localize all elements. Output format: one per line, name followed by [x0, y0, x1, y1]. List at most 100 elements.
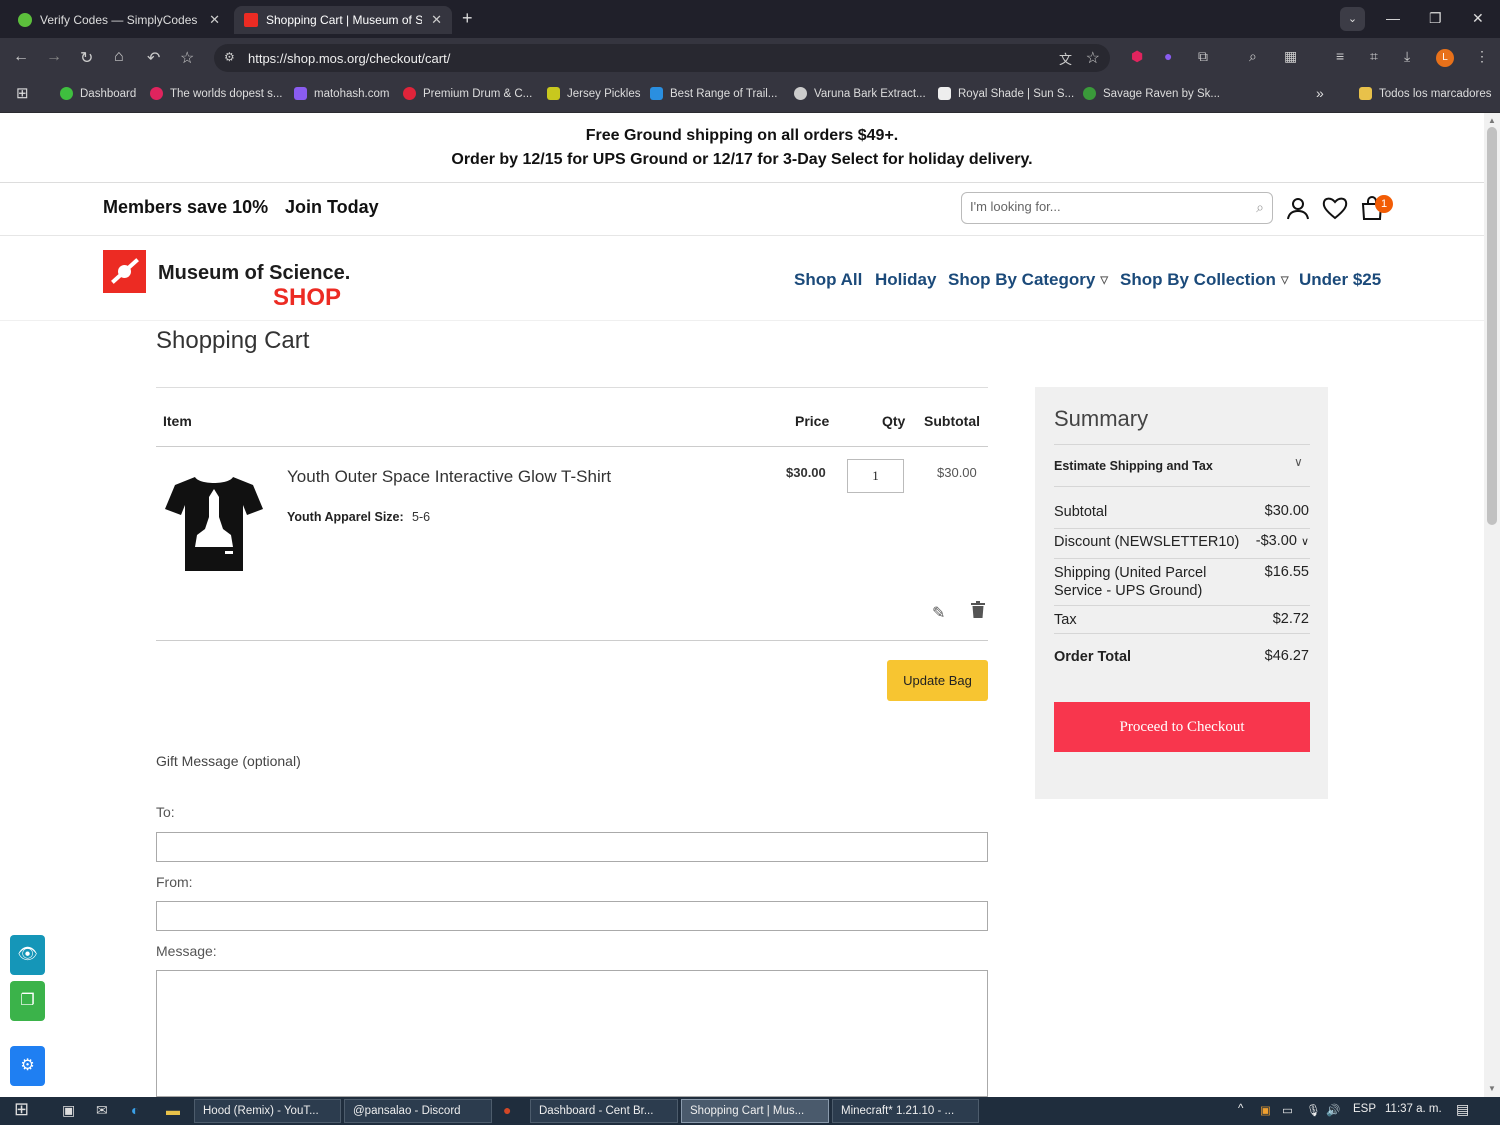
url-text[interactable]: https://shop.mos.org/checkout/cart/ [248, 51, 450, 66]
members-save-link[interactable]: Members save 10% [103, 197, 268, 218]
product-image[interactable] [165, 473, 263, 573]
apps-grid-icon[interactable]: ⊞ [16, 84, 29, 102]
edit-pencil-icon[interactable]: ✎ [932, 603, 945, 623]
back-arrow-icon[interactable]: ← [13, 48, 29, 66]
window-close-icon[interactable]: ✕ [1472, 10, 1484, 27]
product-option-label: Youth Apparel Size: [287, 510, 404, 524]
extension-purple-icon[interactable]: ● [1164, 48, 1172, 64]
bookmark-royal-shade[interactable]: Royal Shade | Sun S... [938, 87, 1074, 100]
bookmark-page-star-icon[interactable]: ☆ [1086, 48, 1100, 68]
tray-chevron-up-icon[interactable]: ^ [1238, 1103, 1243, 1115]
bookmark-varuna[interactable]: Varuna Bark Extract... [794, 87, 926, 100]
all-bookmarks-folder[interactable]: Todos los marcadores [1359, 87, 1492, 100]
start-grid-icon[interactable]: ⊞ [14, 1099, 29, 1120]
tab-search-chevron-icon[interactable]: ⌄ [1340, 7, 1365, 31]
file-explorer-icon[interactable]: ▬ [166, 1102, 180, 1118]
bookmark-favicon-icon [650, 87, 663, 100]
chevron-down-icon[interactable]: ∨ [1294, 455, 1303, 469]
nav-shop-by-category[interactable]: Shop By Category ▽ [948, 270, 1108, 290]
store-icon[interactable]: ▣ [62, 1102, 75, 1119]
taskbar-item-youtube[interactable]: Hood (Remix) - YouT... [194, 1099, 341, 1123]
new-tab-plus-icon[interactable]: + [462, 8, 473, 29]
ublock-extension-icon[interactable]: ⬢ [1131, 48, 1143, 65]
wishlist-heart-icon[interactable] [1322, 196, 1348, 227]
close-tab-icon[interactable]: ✕ [431, 12, 442, 28]
estimate-shipping-toggle[interactable]: Estimate Shipping and Tax [1054, 459, 1213, 473]
account-icon[interactable] [1286, 196, 1310, 227]
join-today-link[interactable]: Join Today [285, 197, 379, 218]
media-queue-icon[interactable]: ≡ [1336, 48, 1344, 64]
volume-icon[interactable]: 🔊 [1326, 1103, 1340, 1117]
tray-app-icon[interactable]: ▣ [1260, 1103, 1271, 1117]
update-bag-button[interactable]: Update Bag [887, 660, 988, 701]
bookmark-savage-raven[interactable]: Savage Raven by Sk... [1083, 87, 1220, 100]
scroll-up-arrow-icon[interactable]: ▲ [1488, 116, 1496, 125]
bookmark-dopest[interactable]: The worlds dopest s... [150, 87, 283, 100]
copy-widget-icon[interactable]: ❐ [10, 981, 45, 1021]
tab-shopping-cart[interactable]: Shopping Cart | Museum of Sci ✕ [234, 6, 452, 34]
undo-icon[interactable]: ↶ [147, 48, 160, 68]
proceed-to-checkout-button[interactable]: Proceed to Checkout [1054, 702, 1310, 752]
zoom-search-icon[interactable]: ⌕ [1249, 48, 1257, 65]
gift-from-field[interactable] [156, 901, 988, 931]
tab-verify-codes[interactable]: Verify Codes — SimplyCodes ✕ [8, 6, 230, 34]
reload-icon[interactable]: ↻ [80, 48, 93, 68]
scroll-thumb[interactable] [1487, 127, 1497, 525]
profile-avatar[interactable]: L [1436, 49, 1454, 67]
promo-line-2: Order by 12/15 for UPS Ground or 12/17 f… [451, 151, 1033, 168]
gift-to-field[interactable] [156, 832, 988, 862]
edge-browser-icon[interactable]: ◐ [131, 1102, 139, 1118]
scroll-down-arrow-icon[interactable]: ▼ [1488, 1084, 1496, 1093]
bookmark-dashboard[interactable]: Dashboard [60, 87, 136, 100]
accessibility-eye-icon[interactable]: 👁 [10, 935, 45, 975]
close-tab-icon[interactable]: ✕ [209, 12, 220, 28]
delete-trash-icon[interactable] [971, 601, 985, 623]
forward-arrow-icon[interactable]: → [46, 48, 62, 66]
apps-grid-icon[interactable]: ▦ [1284, 48, 1297, 65]
notifications-icon[interactable]: ▤ [1456, 1101, 1469, 1118]
more-bookmarks-chevron-icon[interactable]: » [1316, 85, 1324, 101]
microphone-icon[interactable]: 🎙 [1306, 1103, 1321, 1117]
bookmark-jersey-pickles[interactable]: Jersey Pickles [547, 87, 641, 100]
mail-icon[interactable]: ✉ [96, 1102, 108, 1119]
search-input[interactable] [970, 199, 1240, 214]
translate-icon[interactable]: 文 [1059, 49, 1072, 68]
nav-shop-by-collection[interactable]: Shop By Collection ▽ [1120, 270, 1289, 290]
taskbar-item-dashboard[interactable]: Dashboard - Cent Br... [530, 1099, 678, 1123]
quantity-input[interactable] [847, 459, 904, 493]
logo-museum-name[interactable]: Museum of Science. [158, 262, 350, 285]
bookmark-favicon-icon [1083, 87, 1096, 100]
minimize-icon[interactable]: — [1386, 10, 1400, 26]
input-language[interactable]: ESP [1353, 1103, 1376, 1115]
taskbar-item-discord[interactable]: @pansalao - Discord [344, 1099, 492, 1123]
search-icon[interactable]: ⌕ [1256, 199, 1264, 216]
system-clock[interactable]: 11:37 a. m. [1385, 1103, 1442, 1115]
omnibox[interactable]: ⚙ https://shop.mos.org/checkout/cart/ 文 … [214, 44, 1110, 72]
gift-message-textarea[interactable] [156, 970, 988, 1097]
extensions-puzzle-icon[interactable]: ⧉ [1198, 48, 1208, 65]
site-settings-icon[interactable]: ⚙ [224, 50, 235, 64]
nav-shop-all[interactable]: Shop All [794, 270, 862, 290]
downloads-icon[interactable]: ⤓ [1404, 48, 1410, 65]
home-icon[interactable]: ⌂ [114, 48, 124, 66]
taskbar-item-shopping-cart[interactable]: Shopping Cart | Mus... [681, 1099, 829, 1123]
page-scrollbar[interactable]: ▲ ▼ [1484, 113, 1500, 1097]
bookmark-matohash[interactable]: matohash.com [294, 87, 389, 100]
mos-logo-mark-icon[interactable] [103, 250, 146, 293]
taskbar-item-minecraft[interactable]: Minecraft* 1.21.10 - ... [832, 1099, 979, 1123]
product-name-link[interactable]: Youth Outer Space Interactive Glow T-Shi… [287, 467, 611, 487]
logo-shop-word[interactable]: SHOP [273, 284, 341, 312]
browser-menu-icon[interactable]: ⋮ [1475, 48, 1489, 65]
nav-under-25[interactable]: Under $25 [1299, 270, 1381, 290]
bookmark-premium-drum[interactable]: Premium Drum & C... [403, 87, 532, 100]
restore-icon[interactable]: ❐ [1429, 10, 1442, 27]
nav-holiday[interactable]: Holiday [875, 270, 936, 290]
settings-gear-icon[interactable]: ⚙ [10, 1046, 45, 1086]
summary-discount-value[interactable]: -$3.00 ∨ [1256, 533, 1309, 549]
bookmark-star-icon[interactable]: ☆ [180, 48, 194, 68]
network-icon[interactable]: ▭ [1282, 1103, 1293, 1117]
powerpoint-icon[interactable]: ● [503, 1102, 511, 1118]
search-box[interactable]: ⌕ [961, 192, 1273, 224]
bookmark-best-range[interactable]: Best Range of Trail... [650, 87, 777, 100]
crop-icon[interactable]: ⌗ [1370, 48, 1378, 65]
